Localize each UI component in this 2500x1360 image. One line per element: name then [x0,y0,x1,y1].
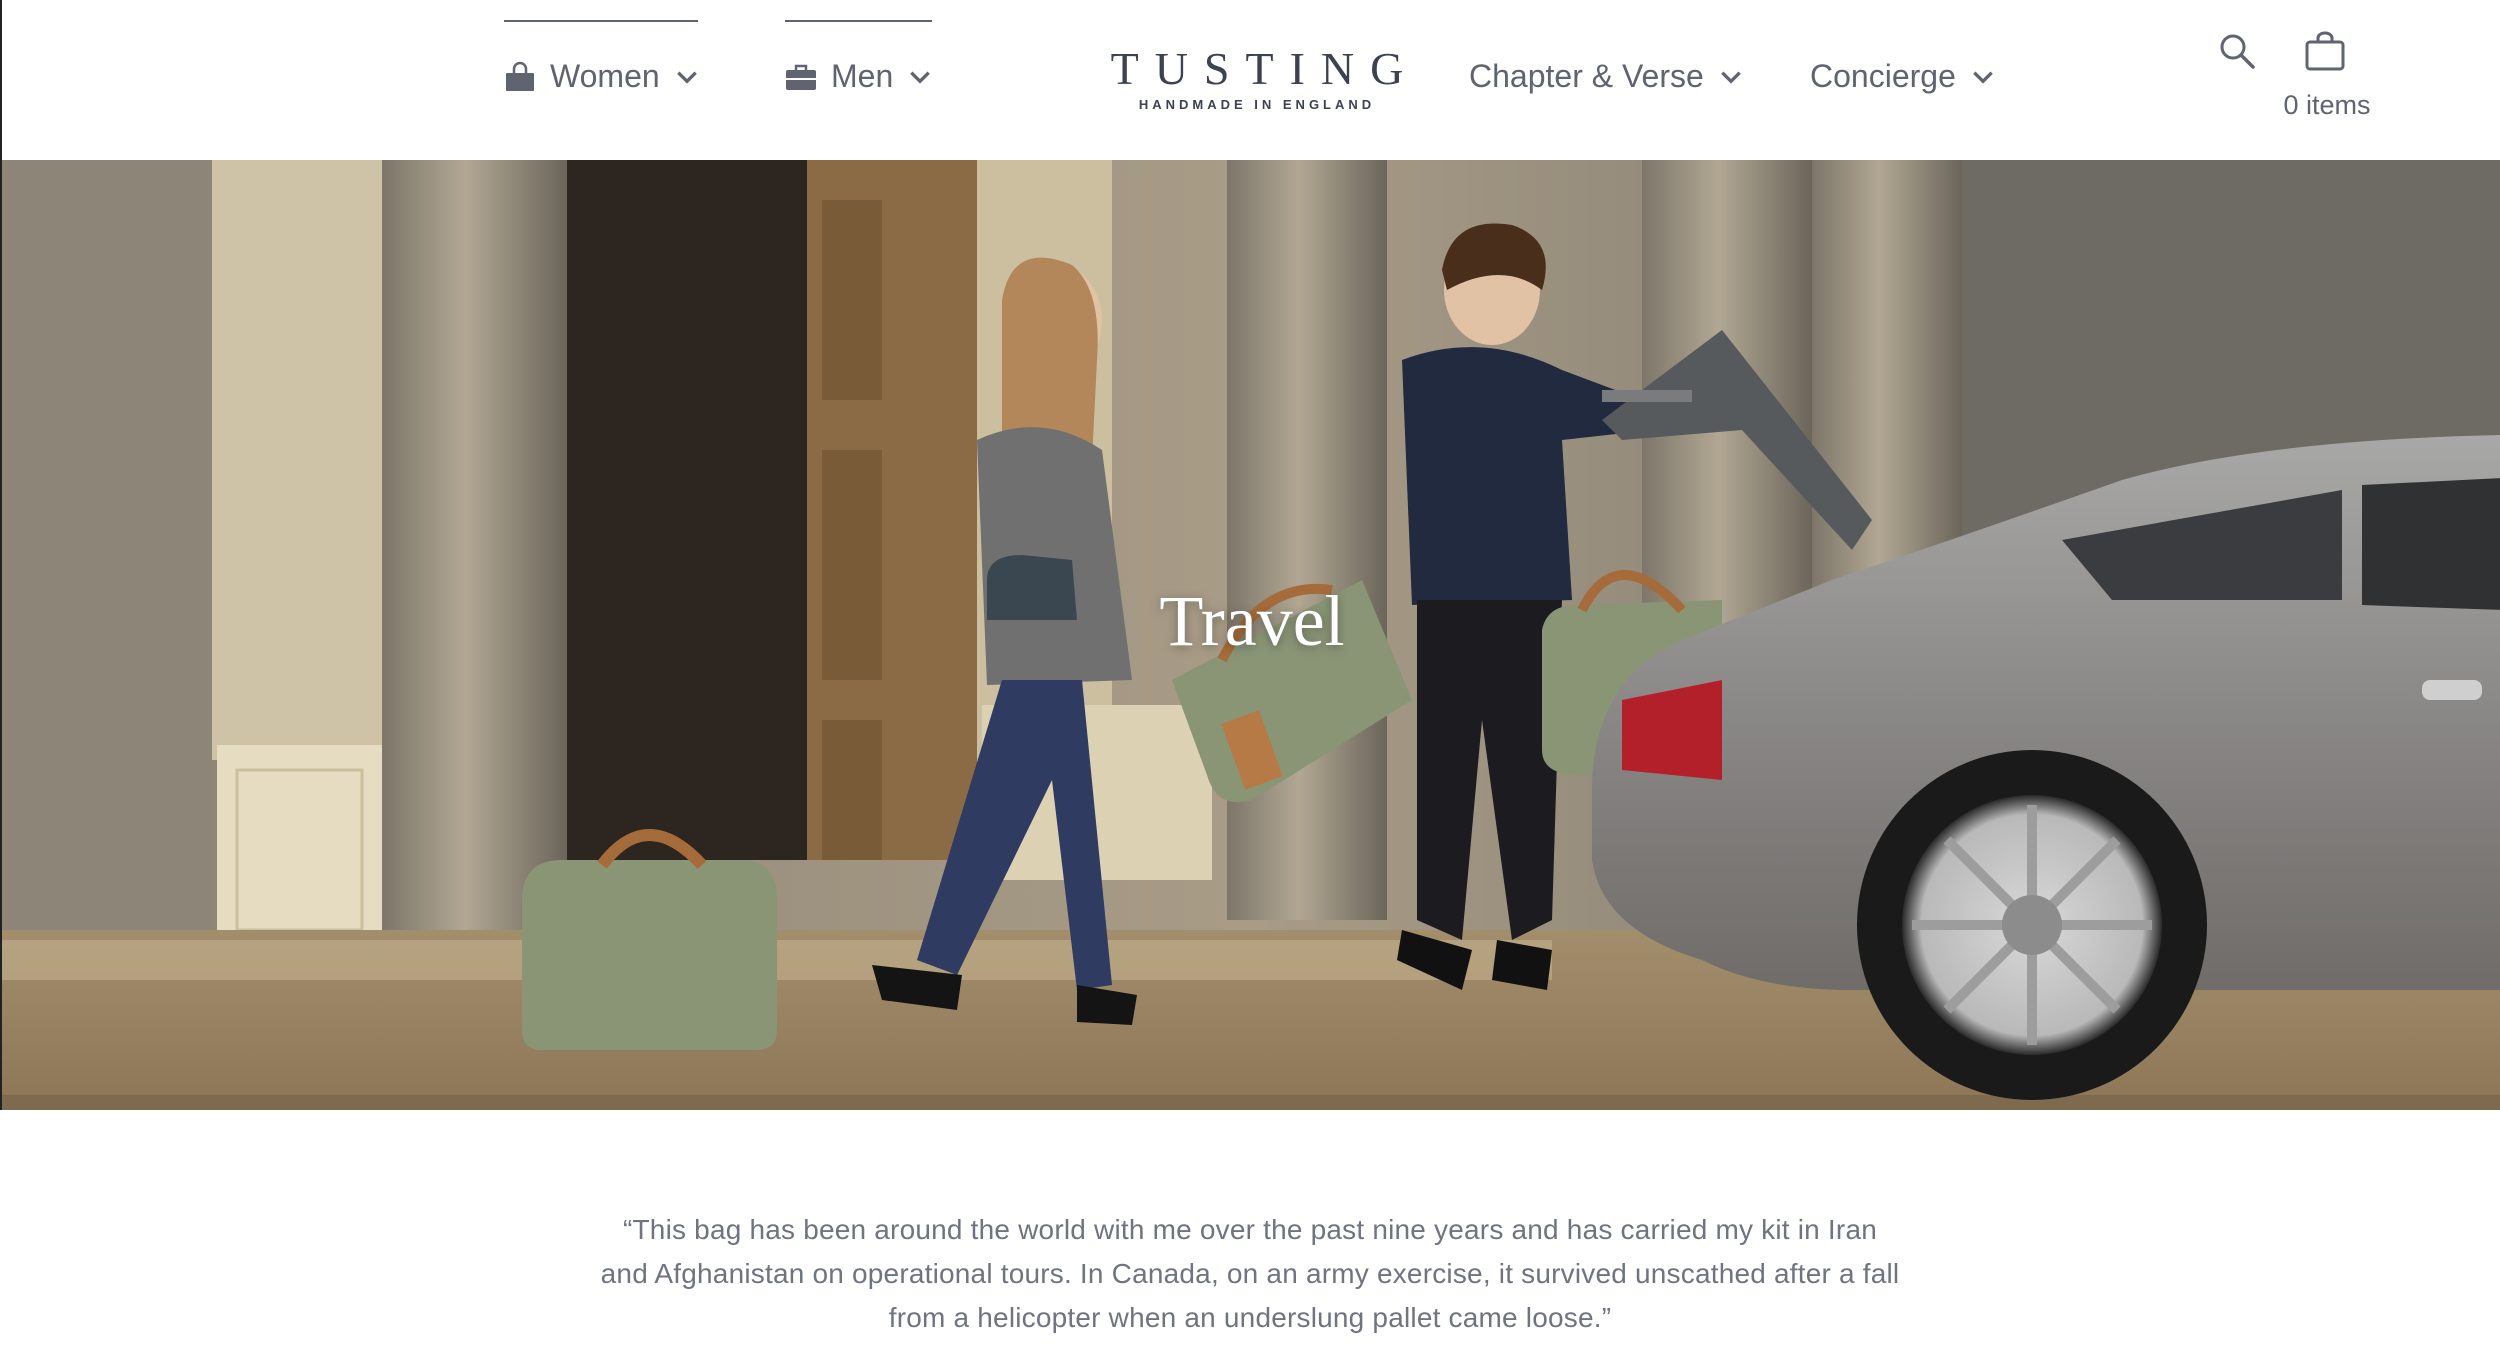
nav-chapter-verse[interactable]: Chapter & Verse [1469,58,1744,95]
search-icon [2220,34,2255,69]
nav-concierge[interactable]: Concierge [1810,58,1996,95]
briefcase-icon [786,64,816,90]
chevron-down-icon [1720,71,1741,84]
cart-button[interactable] [2304,30,2346,77]
nav-men[interactable]: Men [785,20,933,95]
nav-chapter-verse-label: Chapter & Verse [1469,58,1704,94]
handbag-icon [506,61,534,91]
nav-women[interactable]: Women [504,20,700,95]
brand-name: TUSTING [1110,43,1420,94]
brand-tagline: HANDMADE IN ENGLAND [1138,97,1376,112]
search-button[interactable] [2218,32,2256,75]
hero-banner[interactable]: Travel [0,160,2500,1110]
testimonial-quote: “This bag has been around the world with… [600,1214,1900,1333]
chevron-down-icon [1973,71,1993,84]
nav-women-label: Women [550,58,660,94]
chevron-down-icon [910,71,931,84]
nav-active-line [785,20,932,22]
site-header: Women Men TUSTING HANDMADE IN ENGLAND Ch… [0,0,2500,160]
nav-concierge-label: Concierge [1810,58,1956,94]
nav-active-line [504,20,698,22]
shopping-bag-icon [2305,31,2345,71]
cart-count[interactable]: 0 items [2282,90,2372,121]
nav-men-label: Men [831,58,894,94]
chevron-down-icon [676,71,697,84]
hero-title: Travel [1159,581,1345,661]
brand-logo[interactable]: TUSTING HANDMADE IN ENGLAND [1097,42,1417,112]
